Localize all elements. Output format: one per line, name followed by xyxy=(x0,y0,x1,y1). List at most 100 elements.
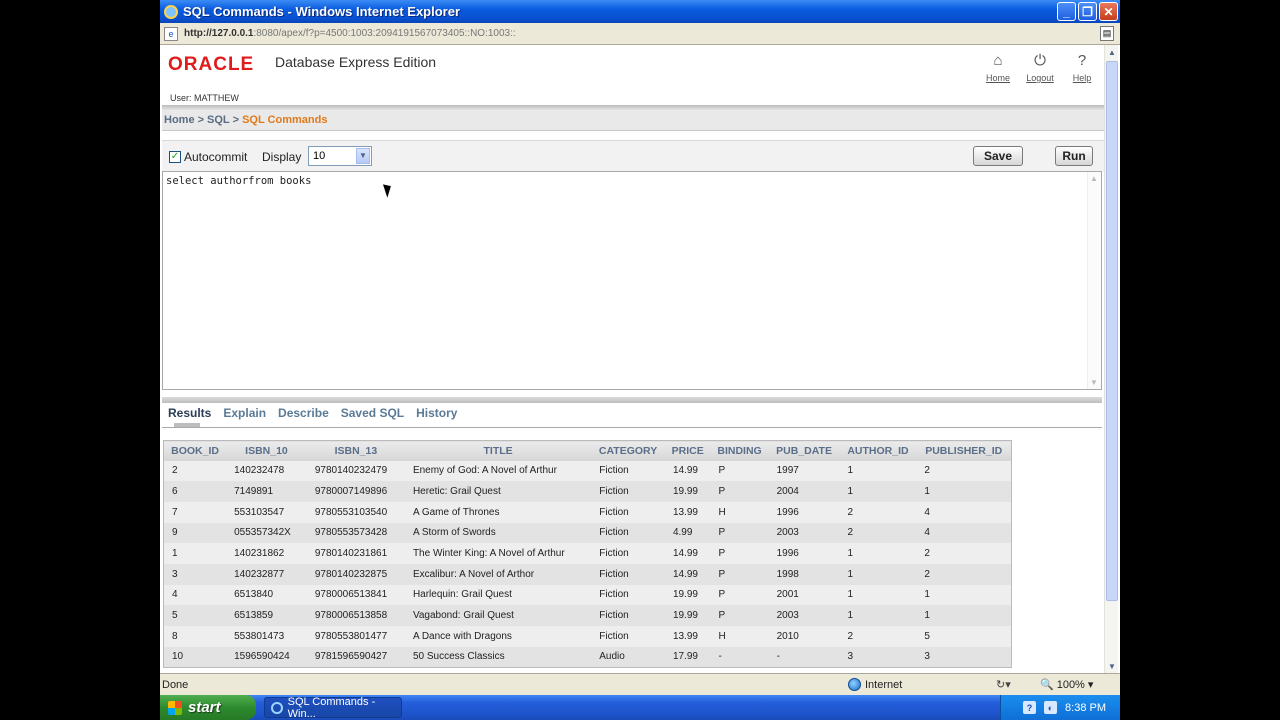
current-user: User: MATTHEW xyxy=(170,93,239,103)
cell-binding: P xyxy=(710,543,769,564)
help-tray-icon[interactable]: ? xyxy=(1023,701,1037,714)
cell-binding: P xyxy=(710,481,769,502)
column-header-isbn-10: ISBN_10 xyxy=(226,440,307,461)
home-link-label: Home xyxy=(985,73,1010,83)
cell-binding: P xyxy=(710,522,769,544)
cell-title: Vagabond: Grail Quest xyxy=(404,605,592,626)
cell-title: 50 Success Classics xyxy=(404,646,592,668)
autocommit-checkbox[interactable]: ✓ xyxy=(169,151,181,163)
cell-publisher-id: 2 xyxy=(916,563,1012,585)
tab-explain[interactable]: Explain xyxy=(223,406,266,420)
security-zone[interactable]: Internet xyxy=(848,678,902,691)
cell-isbn-10: 140231862 xyxy=(226,543,307,564)
scrollbar-thumb[interactable] xyxy=(1106,61,1118,601)
taskbar-item-ie[interactable]: SQL Commands - Win... xyxy=(264,696,402,720)
table-row: 4 6513840 9780006513841 Harlequin: Grail Qu… xyxy=(163,584,1012,606)
breadcrumb-separator: > xyxy=(232,114,240,126)
cell-publisher-id: 3 xyxy=(916,646,1012,668)
scroll-down-icon[interactable]: ▼ xyxy=(1090,378,1098,387)
close-button[interactable]: ✕ xyxy=(1099,2,1118,21)
sql-text[interactable]: select authorfrom books xyxy=(166,175,311,187)
status-bar: Done Internet ↻▾ 🔍 100% ▾ xyxy=(160,673,1120,695)
scroll-up-icon[interactable]: ▲ xyxy=(1090,174,1098,183)
zoom-level: 100% xyxy=(1056,678,1085,691)
scroll-up-icon[interactable]: ▲ xyxy=(1106,46,1118,58)
cell-category: Fiction xyxy=(591,543,665,564)
cell-category: Fiction xyxy=(591,460,665,482)
clock[interactable]: 8:38 PM xyxy=(1065,702,1106,714)
tab-saved-sql[interactable]: Saved SQL xyxy=(341,406,404,420)
compatibility-view-icon[interactable]: ▤ xyxy=(1100,26,1114,41)
cell-publisher-id: 1 xyxy=(916,605,1012,626)
column-header-binding: BINDING xyxy=(710,440,769,461)
cell-category: Fiction xyxy=(591,522,665,544)
cell-book-id: 1 xyxy=(163,543,227,564)
window-titlebar[interactable]: SQL Commands - Windows Internet Explorer… xyxy=(160,0,1120,23)
status-text: Done xyxy=(162,679,189,691)
address-url[interactable]: http://127.0.0.1:8080/apex/f?p=4500:1003… xyxy=(184,28,516,39)
system-tray: ? ◐ 8:38 PM xyxy=(1000,695,1120,720)
cell-author-id: 3 xyxy=(839,646,917,668)
cell-pub-date: - xyxy=(768,646,840,668)
cell-isbn-13: 9780140232875 xyxy=(306,563,405,585)
cell-price: 19.99 xyxy=(664,481,711,502)
table-row: 6 7149891 9780007149896 Heretic: Grail Ques… xyxy=(163,481,1012,502)
cell-author-id: 1 xyxy=(839,563,917,585)
pane-splitter[interactable] xyxy=(162,397,1102,403)
cell-author-id: 2 xyxy=(839,522,917,544)
cell-publisher-id: 2 xyxy=(916,460,1012,482)
help-icon: ? xyxy=(1077,51,1087,69)
cell-title: The Winter King: A Novel of Arthur xyxy=(404,543,592,564)
cell-isbn-10: 553103547 xyxy=(226,501,307,523)
cell-binding: P xyxy=(710,460,769,482)
editor-scrollbar[interactable]: ▲ ▼ xyxy=(1087,172,1101,389)
start-button[interactable]: start xyxy=(160,695,256,720)
breadcrumb-home[interactable]: Home xyxy=(164,114,195,126)
tab-history[interactable]: History xyxy=(416,406,457,420)
cell-author-id: 2 xyxy=(839,626,917,647)
protected-mode-icon[interactable]: ↻▾ xyxy=(996,678,1011,691)
display-select[interactable]: 10 ▼ xyxy=(308,146,372,166)
cell-pub-date: 2010 xyxy=(768,626,840,647)
breadcrumb-sql[interactable]: SQL xyxy=(207,114,230,126)
address-host: http://127.0.0.1 xyxy=(184,28,254,39)
scroll-down-icon[interactable]: ▼ xyxy=(1106,660,1118,672)
tab-describe[interactable]: Describe xyxy=(278,406,329,420)
result-tabs: Results Explain Describe Saved SQL Histo… xyxy=(168,406,457,420)
taskbar: start SQL Commands - Win... ? ◐ 8:38 PM xyxy=(160,695,1120,720)
cell-isbn-10: 140232478 xyxy=(226,460,307,482)
home-link[interactable]: ⌂ Home xyxy=(984,51,1012,84)
cell-publisher-id: 4 xyxy=(916,501,1012,523)
minimize-button[interactable]: _ xyxy=(1057,2,1076,21)
page-scrollbar[interactable]: ▲ ▼ xyxy=(1104,45,1118,673)
help-link[interactable]: ? Help xyxy=(1068,51,1096,84)
sql-editor[interactable]: select authorfrom books ▲ ▼ xyxy=(162,171,1102,390)
address-bar[interactable]: e http://127.0.0.1:8080/apex/f?p=4500:10… xyxy=(160,23,1120,45)
cell-publisher-id: 5 xyxy=(916,626,1012,647)
page-icon: e xyxy=(164,26,178,41)
cell-isbn-13: 9780553103540 xyxy=(306,501,405,523)
cell-book-id: 10 xyxy=(163,646,227,668)
column-header-price: PRICE xyxy=(664,440,711,461)
table-header-row: BOOK_ID ISBN_10 ISBN_13 TITLE CATEGORY P… xyxy=(163,440,1012,461)
cell-title: A Dance with Dragons xyxy=(404,626,592,647)
cell-binding: H xyxy=(710,626,769,647)
zoom-icon: 🔍 xyxy=(1040,679,1054,691)
cell-isbn-10: 6513840 xyxy=(226,584,307,606)
cell-author-id: 1 xyxy=(839,481,917,502)
cell-price: 19.99 xyxy=(664,584,711,606)
cell-price: 19.99 xyxy=(664,605,711,626)
cell-isbn-13: 9780006513858 xyxy=(306,605,405,626)
logout-link[interactable]: ⏻ Logout xyxy=(1026,51,1054,84)
maximize-button[interactable]: ❐ xyxy=(1078,2,1097,21)
tab-results[interactable]: Results xyxy=(168,406,211,420)
cell-category: Audio xyxy=(591,646,665,668)
zoom-control[interactable]: 🔍 100% ▾ xyxy=(1040,678,1093,692)
save-button[interactable]: Save xyxy=(973,146,1023,166)
network-tray-icon[interactable]: ◐ xyxy=(1044,701,1058,714)
cell-title: Excalibur: A Novel of Arthor xyxy=(404,563,592,585)
power-icon: ⏻ xyxy=(1034,51,1046,69)
run-button[interactable]: Run xyxy=(1055,146,1093,166)
chevron-down-icon[interactable]: ▼ xyxy=(356,148,370,164)
cell-publisher-id: 1 xyxy=(916,584,1012,606)
